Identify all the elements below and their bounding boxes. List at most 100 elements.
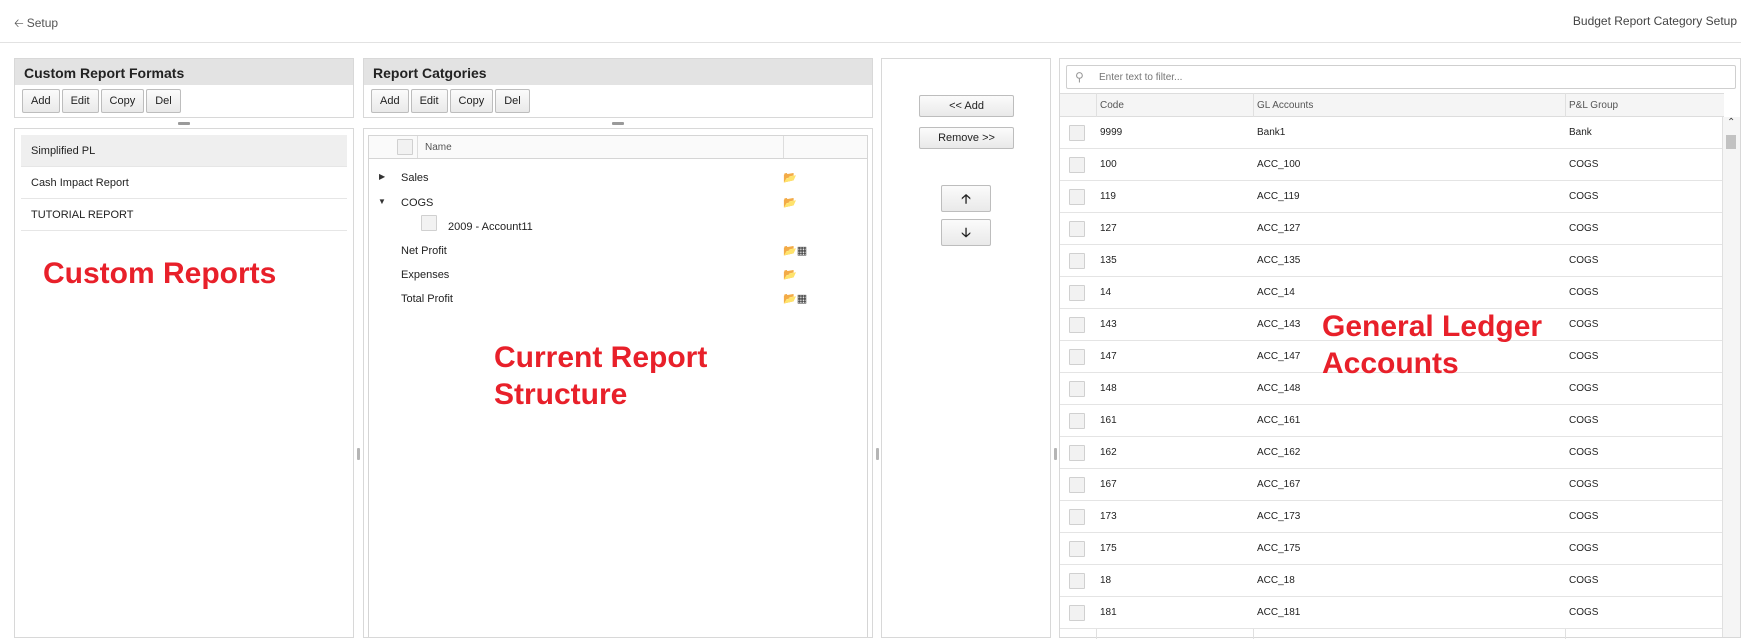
- gl-cell-pl: COGS: [1569, 191, 1599, 202]
- gl-cell-pl: COGS: [1569, 447, 1599, 458]
- report-format-item[interactable]: TUTORIAL REPORT: [21, 199, 347, 231]
- row-checkbox[interactable]: [1069, 285, 1085, 301]
- folder-calculator-icon: 📂▦: [783, 245, 808, 257]
- back-link[interactable]: 🡠 Setup: [14, 14, 58, 35]
- annotation-custom-reports: Custom Reports: [43, 257, 277, 290]
- select-all-checkbox[interactable]: [397, 139, 413, 155]
- collapse-caret-icon[interactable]: ▼: [378, 197, 386, 206]
- add-to-category-button[interactable]: << Add: [919, 95, 1014, 117]
- transfer-panel: << Add Remove >> 🡡 🡣: [881, 58, 1051, 638]
- tree-node-cogs[interactable]: COGS: [401, 197, 433, 209]
- gl-table-row[interactable]: 181 ACC_181 COGS: [1060, 597, 1724, 629]
- tree-node-net-profit[interactable]: Net Profit: [401, 245, 447, 257]
- gl-cell-code: 167: [1100, 479, 1117, 490]
- gl-cell-gl: ACC_100: [1257, 159, 1301, 170]
- categories-header-panel: Report Catgories Add Edit Copy Del: [363, 58, 873, 118]
- gl-table-row[interactable]: 100 ACC_100 COGS: [1060, 149, 1724, 181]
- tree-node-sales[interactable]: Sales: [401, 172, 429, 184]
- gl-cell-gl: ACC_173: [1257, 511, 1301, 522]
- top-bar: 🡠 Setup Budget Report Category Setup: [0, 0, 1741, 43]
- report-format-item[interactable]: Simplified PL: [21, 135, 347, 167]
- gl-table-row[interactable]: 127 ACC_127 COGS: [1060, 213, 1724, 245]
- filter-box: ⚲: [1066, 65, 1736, 89]
- report-format-item[interactable]: Cash Impact Report: [21, 167, 347, 199]
- annotation-current-structure: Current Report Structure: [494, 341, 708, 411]
- back-link-label: Setup: [26, 16, 59, 30]
- gl-cell-pl: COGS: [1569, 255, 1599, 266]
- row-checkbox[interactable]: [1069, 349, 1085, 365]
- gl-cell-gl: ACC_143: [1257, 319, 1301, 330]
- row-checkbox[interactable]: [1069, 413, 1085, 429]
- gl-cell-gl: ACC_127: [1257, 223, 1301, 234]
- gl-table-row[interactable]: 162 ACC_162 COGS: [1060, 437, 1724, 469]
- formats-copy-button[interactable]: Copy: [100, 89, 145, 113]
- pl-group-column-header[interactable]: P&L Group: [1569, 100, 1618, 111]
- row-checkbox[interactable]: [1069, 573, 1085, 589]
- row-checkbox[interactable]: [1069, 125, 1085, 141]
- gl-cell-gl: ACC_162: [1257, 447, 1301, 458]
- categories-del-button[interactable]: Del: [495, 89, 530, 113]
- scrollbar-thumb[interactable]: [1726, 135, 1736, 149]
- code-column-header[interactable]: Code: [1100, 100, 1124, 111]
- gl-cell-gl: ACC_119: [1257, 191, 1300, 202]
- annotation-gl-accounts: General Ledger Accounts: [1322, 310, 1543, 380]
- gl-table-row[interactable]: 119 ACC_119 COGS: [1060, 181, 1724, 213]
- formats-add-button[interactable]: Add: [22, 89, 60, 113]
- vertical-splitter-handle[interactable]: [1054, 448, 1057, 460]
- gl-table-row[interactable]: 135 ACC_135 COGS: [1060, 245, 1724, 277]
- vertical-splitter-handle[interactable]: [876, 448, 879, 460]
- gl-cell-gl: ACC_181: [1257, 607, 1301, 618]
- row-checkbox[interactable]: [1069, 189, 1085, 205]
- row-checkbox[interactable]: [1069, 221, 1085, 237]
- row-checkbox[interactable]: [1069, 541, 1085, 557]
- row-checkbox[interactable]: [1069, 253, 1085, 269]
- tree-node-expenses[interactable]: Expenses: [401, 269, 449, 281]
- gl-cell-pl: Bank: [1569, 127, 1592, 138]
- categories-splitter-handle[interactable]: [612, 122, 624, 125]
- gl-accounts-column-header[interactable]: GL Accounts: [1257, 100, 1313, 111]
- row-checkbox[interactable]: [1069, 509, 1085, 525]
- gl-table-row[interactable]: 161 ACC_161 COGS: [1060, 405, 1724, 437]
- formats-del-button[interactable]: Del: [146, 89, 181, 113]
- gl-table-row[interactable]: 9999 Bank1 Bank: [1060, 117, 1724, 149]
- expand-caret-icon[interactable]: ▶: [379, 172, 385, 181]
- gl-table-row[interactable]: 18 ACC_18 COGS: [1060, 565, 1724, 597]
- categories-edit-button[interactable]: Edit: [410, 89, 448, 113]
- arrow-up-icon: 🡡: [961, 191, 971, 206]
- row-checkbox[interactable]: [1069, 605, 1085, 621]
- categories-add-button[interactable]: Add: [371, 89, 409, 113]
- gl-cell-code: 148: [1100, 383, 1117, 394]
- row-checkbox[interactable]: [1069, 381, 1085, 397]
- gl-cell-code: 135: [1100, 255, 1117, 266]
- formats-header-panel: Custom Report Formats Add Edit Copy Del: [14, 58, 354, 118]
- gl-cell-code: 162: [1100, 447, 1117, 458]
- gl-cell-code: 147: [1100, 351, 1117, 362]
- move-down-button[interactable]: 🡣: [941, 219, 991, 246]
- vertical-scrollbar[interactable]: ⌃: [1722, 117, 1740, 637]
- remove-from-category-button[interactable]: Remove >>: [919, 127, 1014, 149]
- gl-table-row[interactable]: 167 ACC_167 COGS: [1060, 469, 1724, 501]
- scroll-up-icon[interactable]: ⌃: [1727, 117, 1735, 128]
- tree-node-account[interactable]: 2009 - Account11: [448, 221, 533, 233]
- tree-node-total-profit[interactable]: Total Profit: [401, 293, 453, 305]
- formats-button-row: Add Edit Copy Del: [15, 85, 353, 113]
- row-checkbox[interactable]: [1069, 317, 1085, 333]
- categories-copy-button[interactable]: Copy: [449, 89, 494, 113]
- gl-table-row[interactable]: 175 ACC_175 COGS: [1060, 533, 1724, 565]
- folder-icon: 📂: [783, 197, 797, 209]
- gl-cell-gl: ACC_14: [1257, 287, 1295, 298]
- formats-edit-button[interactable]: Edit: [61, 89, 99, 113]
- folder-calculator-icon: 📂▦: [783, 293, 808, 305]
- child-node-checkbox[interactable]: [421, 215, 437, 231]
- gl-table-row[interactable]: 14 ACC_14 COGS: [1060, 277, 1724, 309]
- formats-splitter-handle[interactable]: [178, 122, 190, 125]
- row-checkbox[interactable]: [1069, 477, 1085, 493]
- filter-input[interactable]: [1097, 68, 1717, 86]
- gl-cell-pl: COGS: [1569, 479, 1599, 490]
- move-up-button[interactable]: 🡡: [941, 185, 991, 212]
- row-checkbox[interactable]: [1069, 157, 1085, 173]
- row-checkbox[interactable]: [1069, 445, 1085, 461]
- gl-table-row[interactable]: 173 ACC_173 COGS: [1060, 501, 1724, 533]
- vertical-splitter-handle[interactable]: [357, 448, 360, 460]
- gl-cell-code: 9999: [1100, 127, 1123, 138]
